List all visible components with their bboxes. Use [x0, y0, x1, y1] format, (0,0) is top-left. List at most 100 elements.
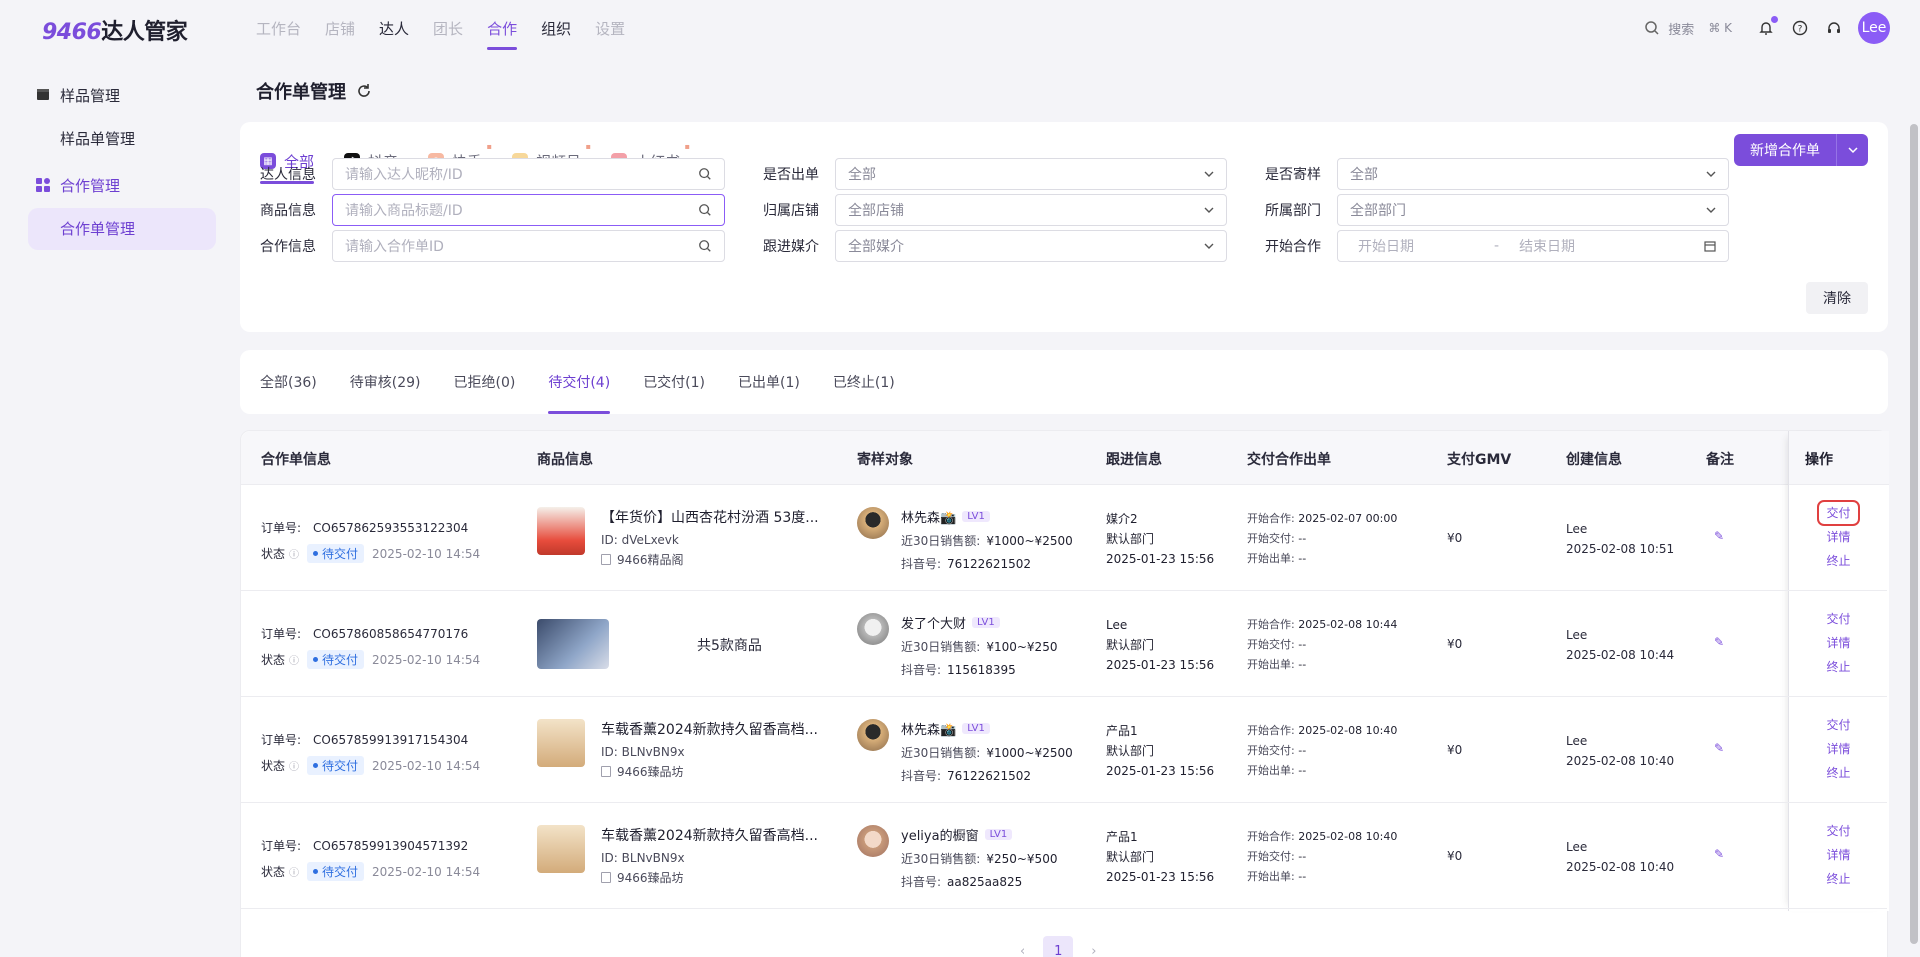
nav-workbench[interactable]: 工作台 [256, 18, 301, 50]
tab-status-terminated[interactable]: 已终止(1) [833, 350, 895, 414]
help-icon[interactable]: ? [1790, 18, 1810, 38]
terminate-link[interactable]: 终止 [1826, 765, 1850, 781]
kol-avatar[interactable] [857, 825, 889, 857]
goods-search-input[interactable]: 请输入商品标题/ID [332, 194, 725, 226]
kol-avatar[interactable] [857, 507, 889, 539]
search-icon [699, 168, 711, 180]
refresh-icon[interactable] [356, 83, 372, 99]
col-order-info: 合作单信息 [261, 452, 331, 468]
kol-name[interactable]: 林先森📸 [901, 507, 956, 526]
deliver-link[interactable]: 交付 [1826, 823, 1850, 839]
tab-status-rejected[interactable]: 已拒绝(0) [454, 350, 516, 414]
global-search[interactable]: 搜索 ⌘ K [1634, 12, 1742, 44]
user-avatar[interactable]: Lee [1858, 12, 1890, 44]
filter-card: ▦ 全部 ♪ 抖音 ◎ 快手 ▪ ∿ 视频号 ▪ ▭ 小红书 ▪ 新增合作单 [240, 122, 1888, 332]
out-select[interactable]: 全部 [835, 158, 1227, 190]
order-number: 订单号: CO657859913904571392 [261, 839, 469, 853]
nav-shop[interactable]: 店铺 [325, 18, 355, 50]
detail-link[interactable]: 详情 [1826, 847, 1850, 863]
sidebar-item-coop-orders[interactable]: 合作单管理 [28, 208, 216, 250]
chevron-down-icon[interactable] [1836, 134, 1868, 166]
kol-name[interactable]: 发了个大财 [901, 613, 966, 632]
tab-status-all[interactable]: 全部(36) [260, 350, 317, 414]
follow-up-time: 2025-01-23 15:56 [1106, 552, 1215, 566]
add-coop-order-button[interactable]: 新增合作单 [1734, 134, 1868, 166]
delivery-cell: 开始合作: 2025-02-07 00:00 开始交付: -- 开始出单: -- [1247, 509, 1397, 569]
col-sample-target: 寄样对象 [857, 452, 913, 468]
kol-filter: 达人信息 请输入达人昵称/ID [260, 158, 725, 190]
prev-page-button[interactable]: ‹ [1020, 944, 1025, 957]
deliver-link[interactable]: 交付 [1826, 717, 1850, 733]
kol-avatar[interactable] [857, 719, 889, 751]
tab-status-delivered[interactable]: 已交付(1) [643, 350, 705, 414]
product-title[interactable]: 【年货价】山西杏花村汾酒 53度... [601, 507, 819, 527]
sample-select[interactable]: 全部 [1337, 158, 1729, 190]
app-logo[interactable]: 9466达人管家 [42, 14, 188, 46]
start-date-filter: 开始合作 开始日期 - 结束日期 [1265, 230, 1729, 262]
add-coop-order-label[interactable]: 新增合作单 [1734, 134, 1836, 166]
terminate-link[interactable]: 终止 [1826, 659, 1850, 675]
follow-up-cell: 产品1 默认部门 2025-01-23 15:56 [1106, 721, 1214, 781]
product-thumbnail[interactable] [537, 719, 585, 767]
detail-link[interactable]: 详情 [1826, 741, 1850, 757]
start-date-input[interactable]: 开始日期 [1358, 236, 1414, 256]
product-thumbnail[interactable] [537, 507, 585, 555]
nav-leader[interactable]: 团长 [433, 18, 463, 50]
edit-note-icon[interactable]: ✎ [1714, 529, 1724, 543]
logo-text: 达人管家 [101, 20, 188, 45]
kol-avatar[interactable] [857, 613, 889, 645]
kol-search-input[interactable]: 请输入达人昵称/ID [332, 158, 725, 190]
kol-douyin-id: 抖音号: 115618395 [901, 663, 1016, 677]
detail-link[interactable]: 详情 [1826, 529, 1850, 545]
sidebar-group-cooperation[interactable]: 合作管理 [28, 166, 216, 204]
kol-name[interactable]: 林先森📸 [901, 719, 956, 738]
sidebar-group-sample[interactable]: 样品管理 [28, 76, 216, 114]
start-coop: 开始合作: 2025-02-08 10:40 [1247, 830, 1398, 843]
nav-cooperation[interactable]: 合作 [487, 18, 518, 50]
kol-name[interactable]: yeliya的橱窗 [901, 825, 979, 844]
next-page-button[interactable]: › [1091, 944, 1096, 957]
out-filter: 是否出单 全部 [763, 158, 1227, 190]
product-title[interactable]: 车载香薰2024新款持久留香高档... [601, 719, 818, 739]
nav-kol[interactable]: 达人 [379, 18, 409, 50]
clear-button[interactable]: 清除 [1806, 282, 1868, 314]
product-info-cell: 车载香薰2024新款持久留香高档... ID: BLNvBN9x 9466臻品坊 [601, 719, 818, 780]
terminate-link[interactable]: 终止 [1826, 553, 1850, 569]
dept-select[interactable]: 全部部门 [1337, 194, 1729, 226]
deliver-link[interactable]: 交付 [1817, 500, 1860, 526]
end-date-input[interactable]: 结束日期 [1519, 236, 1575, 256]
deliver-link[interactable]: 交付 [1826, 611, 1850, 627]
start-deliver: 开始交付: -- [1247, 638, 1307, 651]
order-status: 状态 ⓘ 待交付 2025-02-10 14:54 [261, 650, 480, 669]
operation-cell: 交付 详情 终止 [1788, 500, 1889, 569]
edit-note-icon[interactable]: ✎ [1714, 635, 1724, 649]
terminate-link[interactable]: 终止 [1826, 871, 1850, 887]
page-button-current[interactable]: 1 [1043, 936, 1074, 957]
chevron-down-icon [1204, 243, 1214, 249]
tab-status-pending-review[interactable]: 待审核(29) [350, 350, 421, 414]
edit-note-icon[interactable]: ✎ [1714, 741, 1724, 755]
media-select[interactable]: 全部媒介 [835, 230, 1227, 262]
tab-status-ordered[interactable]: 已出单(1) [738, 350, 800, 414]
follow-up-media: 产品1 [1106, 830, 1138, 844]
detail-link[interactable]: 详情 [1826, 635, 1850, 651]
product-thumbnail[interactable] [537, 619, 609, 669]
tab-status-pending-delivery[interactable]: 待交付(4) [548, 350, 610, 414]
top-nav: 工作台 店铺 达人 团长 合作 组织 设置 [256, 18, 649, 50]
coop-order-table: 合作单信息 商品信息 寄样对象 跟进信息 交付合作出单 支付GMV 创建信息 备… [240, 430, 1889, 957]
bell-icon[interactable] [1756, 16, 1778, 38]
nav-organization[interactable]: 组织 [541, 18, 571, 50]
headset-icon[interactable] [1824, 18, 1844, 38]
page-scrollbar[interactable] [1910, 124, 1918, 944]
product-title[interactable]: 车载香薰2024新款持久留香高档... [601, 825, 818, 845]
product-count[interactable]: 共5款商品 [697, 635, 762, 655]
edit-note-icon[interactable]: ✎ [1714, 847, 1724, 861]
sidebar-item-sample-orders[interactable]: 样品单管理 [28, 118, 216, 160]
coop-search-input[interactable]: 请输入合作单ID [332, 230, 725, 262]
shop-select[interactable]: 全部店铺 [835, 194, 1227, 226]
nav-settings[interactable]: 设置 [595, 18, 625, 50]
date-range-picker[interactable]: 开始日期 - 结束日期 [1337, 230, 1729, 262]
calendar-icon [1704, 241, 1716, 252]
sample-target-cell: 发了个大财 LV1 近30日销售额: ¥100~¥250 抖音号: 115618395 [901, 613, 1057, 678]
product-thumbnail[interactable] [537, 825, 585, 873]
